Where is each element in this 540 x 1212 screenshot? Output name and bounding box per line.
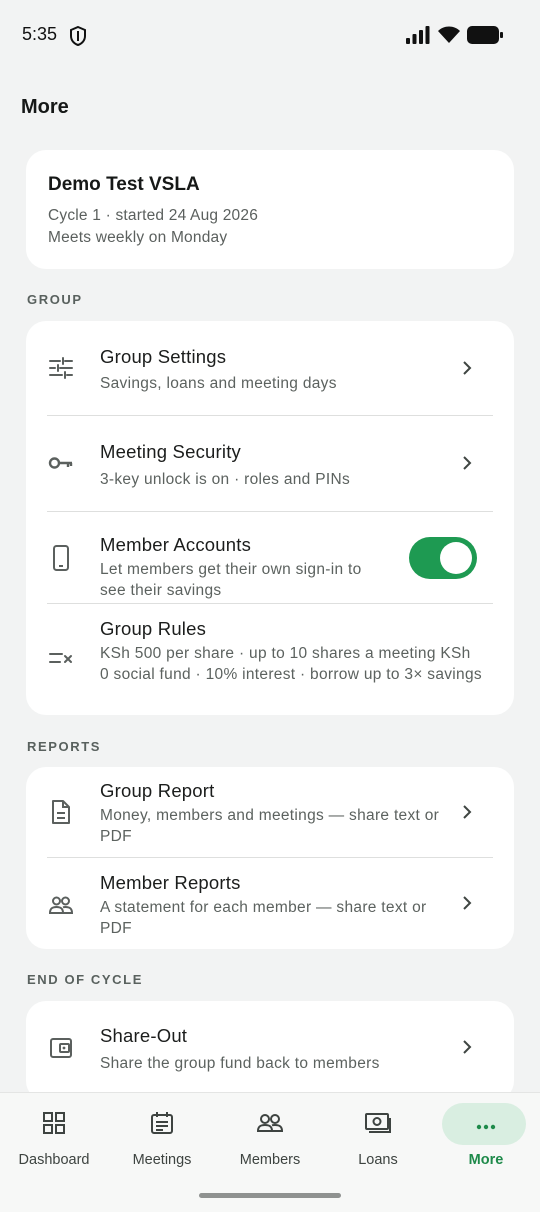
meeting-security-subtitle: 3-key unlock is on · roles and PINs: [100, 471, 350, 488]
cash-icon: [365, 1113, 391, 1133]
member-accounts-toggle[interactable]: [409, 537, 477, 579]
member-reports-title: Member Reports: [100, 872, 241, 893]
section-label-end-of-cycle: END OF CYCLE: [27, 972, 143, 987]
chevron-right-icon: [463, 456, 472, 470]
group-report-title: Group Report: [100, 780, 215, 801]
member-accounts-row: Member Accounts Let members get their ow…: [26, 512, 514, 604]
wifi-icon: [438, 26, 460, 43]
group-rules-subtitle: KSh 500 per share · up to 10 shares a me…: [100, 645, 482, 683]
group-settings-row[interactable]: Group Settings Savings, loans and meetin…: [26, 321, 514, 416]
toggle-knob: [440, 542, 472, 574]
status-time: 5:35: [22, 24, 58, 44]
nav-more-label: More: [468, 1152, 504, 1168]
phone-icon: [53, 545, 69, 571]
nav-members[interactable]: Members: [216, 1093, 324, 1183]
group-settings-subtitle: Savings, loans and meeting days: [100, 375, 337, 392]
end-of-cycle-card: Share-Out Share the group fund back to m…: [26, 1001, 514, 1101]
more-icon: [476, 1124, 496, 1130]
status-bar: 5:35: [0, 0, 540, 70]
nav-more[interactable]: More: [432, 1093, 540, 1183]
key-icon: [48, 457, 73, 469]
people-icon: [256, 1114, 284, 1132]
group-report-row[interactable]: Group Report Money, members and meetings…: [26, 767, 514, 858]
share-out-subtitle: Share the group fund back to members: [100, 1055, 380, 1072]
group-cycle: Cycle 1 · started 24 Aug 2026: [48, 207, 259, 224]
nav-meetings[interactable]: Meetings: [108, 1093, 216, 1183]
group-rules-title: Group Rules: [100, 618, 207, 639]
document-icon: [52, 800, 70, 824]
nav-loans[interactable]: Loans: [324, 1093, 432, 1183]
sliders-icon: [49, 357, 73, 379]
meeting-security-row[interactable]: Meeting Security 3-key unlock is on · ro…: [26, 416, 514, 512]
home-indicator[interactable]: [199, 1193, 341, 1198]
group-summary-card: Demo Test VSLA Cycle 1 · started 24 Aug …: [26, 150, 514, 269]
group-name: Demo Test VSLA: [48, 174, 200, 195]
signal-icon: [406, 26, 430, 44]
member-reports-subtitle: A statement for each member — share text…: [100, 899, 427, 937]
section-label-reports: REPORTS: [27, 739, 102, 754]
group-report-subtitle: Money, members and meetings — share text…: [100, 807, 440, 845]
battery-icon: [467, 26, 503, 44]
meeting-security-title: Meeting Security: [100, 441, 241, 462]
rules-icon: [49, 653, 72, 663]
group-rules-row[interactable]: Group Rules KSh 500 per share · up to 10…: [26, 604, 514, 715]
page-title: More: [21, 96, 69, 118]
wallet-icon: [50, 1038, 72, 1058]
chevron-right-icon: [463, 361, 472, 375]
nav-dashboard-label: Dashboard: [18, 1152, 90, 1168]
chevron-right-icon: [463, 896, 472, 910]
group-meeting-schedule: Meets weekly on Monday: [48, 229, 228, 246]
group-settings-card: Group Settings Savings, loans and meetin…: [26, 321, 514, 715]
shield-icon: [70, 26, 86, 46]
nav-loans-label: Loans: [358, 1152, 398, 1168]
people-icon: [48, 896, 74, 914]
reports-card: Group Report Money, members and meetings…: [26, 767, 514, 949]
share-out-title: Share-Out: [100, 1025, 188, 1046]
section-label-group: GROUP: [27, 292, 83, 307]
nav-dashboard[interactable]: Dashboard: [0, 1093, 108, 1183]
grid-icon: [43, 1112, 65, 1134]
group-settings-title: Group Settings: [100, 346, 227, 367]
member-accounts-subtitle: Let members get their own sign-in to see…: [100, 561, 362, 599]
chevron-right-icon: [463, 1040, 472, 1054]
calendar-icon: [151, 1112, 173, 1134]
nav-members-label: Members: [239, 1152, 301, 1168]
nav-meetings-label: Meetings: [132, 1152, 192, 1168]
chevron-right-icon: [463, 805, 472, 819]
member-accounts-title: Member Accounts: [100, 534, 252, 555]
member-reports-row[interactable]: Member Reports A statement for each memb…: [26, 858, 514, 949]
share-out-row[interactable]: Share-Out Share the group fund back to m…: [26, 1001, 514, 1096]
